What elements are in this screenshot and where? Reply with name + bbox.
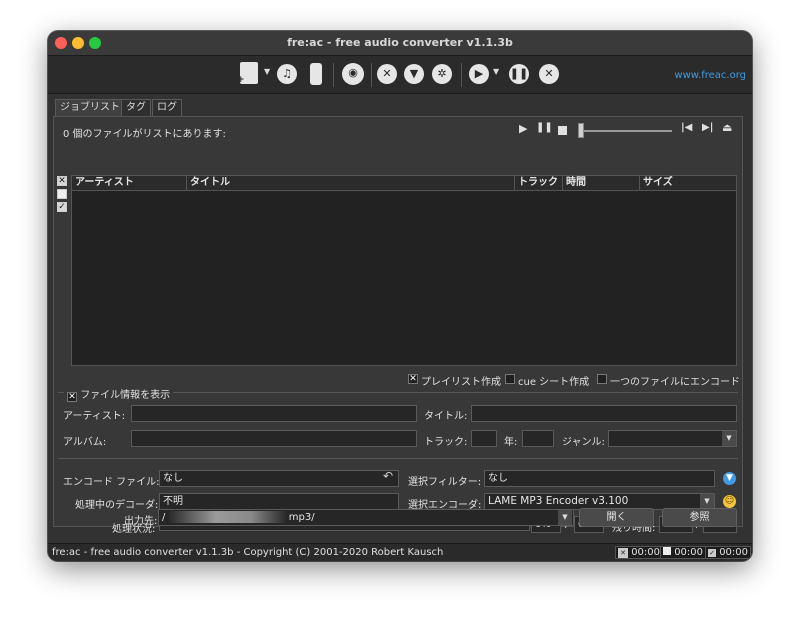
artist-field[interactable] (131, 405, 417, 422)
encoder-config-icon[interactable]: ☺ (723, 495, 736, 508)
single-file-label: 一つのファイルにエンコード (610, 377, 740, 388)
eject-button[interactable]: ⏏ (722, 121, 732, 134)
status-time-unselected: ✓ 00:00 (705, 546, 752, 559)
empty-box-icon (663, 547, 671, 555)
decoder-label: 処理中のデコーダ: (75, 500, 159, 511)
status-time-selected-value: 00:00 (674, 547, 704, 558)
toggle-selection-button[interactable]: ✓ (57, 202, 67, 212)
column-artist[interactable]: アーティスト (72, 176, 187, 190)
stop-button[interactable] (558, 126, 567, 135)
output-dropdown-arrow[interactable]: ▼ (558, 510, 572, 525)
show-info-label: ファイル情報を表示 (80, 390, 171, 401)
browse-button[interactable]: 参照 (662, 508, 737, 527)
tab-tags[interactable]: タグ (121, 99, 151, 116)
reset-arrow-icon[interactable]: ↶ (383, 469, 393, 483)
output-path-redacted (168, 511, 286, 523)
joblist-header: アーティスト タイトル トラック 時間 サイズ (72, 176, 736, 191)
title-bar: fre:ac - free audio converter v1.1.3b (48, 31, 752, 55)
status-text: fre:ac - free audio converter v1.1.3b - … (52, 547, 444, 558)
status-time-selected: 00:00 (660, 546, 707, 559)
seek-slider[interactable] (580, 130, 672, 132)
window-title: fre:ac - free audio converter v1.1.3b (287, 36, 513, 49)
seek-slider-handle[interactable] (578, 123, 584, 138)
add-cd-icon[interactable]: ♫ (277, 64, 297, 84)
status-bar: fre:ac - free audio converter v1.1.3b - … (48, 543, 752, 561)
genre-label: ジャンル: (562, 437, 605, 448)
encode-file-field: なし (159, 470, 399, 487)
toolbar-separator (461, 63, 462, 87)
decoder-field: 不明 (159, 493, 399, 510)
app-window: fre:ac - free audio converter v1.1.3b + … (48, 31, 752, 561)
info-toggle: ✕ ファイル情報を表示 (64, 386, 174, 402)
pause-icon[interactable]: ❚❚ (509, 64, 529, 84)
cue-sheet-checkbox[interactable] (505, 374, 515, 384)
toolbar: + ▼ ♫ ◉ ✕ ▼ ✲ ▶ ▼ ❚❚ ✕ www.freac.org (48, 55, 752, 94)
output-path-field[interactable]: / mp3/ (158, 509, 574, 526)
encoder-dropdown-arrow[interactable]: ▼ (700, 494, 714, 509)
filter-icon[interactable]: ▼ (404, 64, 424, 84)
column-title[interactable]: タイトル (187, 176, 515, 190)
genre-select[interactable] (608, 430, 737, 447)
stop-icon[interactable]: ✕ (539, 64, 559, 84)
encode-group-divider (58, 458, 738, 459)
play-button[interactable]: ▶ (519, 122, 527, 135)
output-path-prefix: / (162, 512, 166, 523)
encode-file-label: エンコード ファイル: (63, 477, 160, 488)
year-field[interactable] (522, 430, 554, 447)
joblist-table[interactable]: アーティスト タイトル トラック 時間 サイズ (71, 175, 737, 366)
add-files-icon[interactable]: + (237, 62, 258, 85)
previous-track-button[interactable]: |◀ (681, 122, 692, 133)
select-all-button[interactable]: ✕ (57, 176, 67, 186)
play-dropdown-arrow[interactable]: ▼ (493, 67, 499, 76)
cue-sheet-label: cue シート作成 (518, 377, 590, 388)
track-field[interactable] (471, 430, 497, 447)
status-time-total-value: 00:00 (631, 547, 661, 558)
next-track-button[interactable]: ▶| (702, 122, 713, 133)
playlist-label: プレイリスト作成 (421, 377, 501, 388)
config-icon[interactable]: ✲ (432, 64, 452, 84)
column-time[interactable]: 時間 (563, 176, 640, 190)
toolbar-separator (371, 63, 372, 87)
open-button[interactable]: 開く (579, 508, 654, 527)
album-label: アルバム: (63, 437, 107, 448)
playlist-checkbox[interactable]: ✕ (408, 374, 418, 384)
track-label: トラック: (424, 437, 468, 448)
show-info-checkbox[interactable]: ✕ (67, 392, 77, 402)
pause-button[interactable]: ❚❚ (536, 122, 553, 133)
status-time-unselected-value: 00:00 (719, 547, 749, 558)
toggle-box-icon: ✓ (708, 549, 716, 557)
play-icon[interactable]: ▶ (469, 64, 489, 84)
cddb-query-icon[interactable]: ◉ (342, 63, 364, 85)
add-files-dropdown-arrow[interactable]: ▼ (264, 67, 270, 76)
joblist-panel: 0 個のファイルがリストにあります: ▶ ❚❚ |◀ ▶| ⏏ ✕ ✓ アーティ… (53, 116, 743, 535)
output-path-suffix: mp3/ (288, 512, 315, 523)
settings-icon[interactable]: ✕ (377, 64, 397, 84)
select-none-button[interactable] (57, 189, 67, 199)
output-label: 出力先: (124, 516, 158, 527)
file-count-text: 0 個のファイルがリストにあります: (63, 129, 226, 140)
filter-config-icon[interactable]: ▼ (723, 472, 736, 485)
add-folder-icon[interactable] (310, 63, 322, 85)
filter-label: 選択フィルター: (408, 477, 482, 488)
genre-dropdown-arrow[interactable]: ▼ (722, 431, 736, 446)
tab-log[interactable]: ログ (152, 99, 182, 116)
toolbar-separator (333, 63, 334, 87)
checked-box-icon: ✕ (618, 548, 628, 558)
single-file-checkbox[interactable] (597, 374, 607, 384)
title-label: タイトル: (424, 411, 468, 422)
tab-joblist[interactable]: ジョブリスト (55, 99, 125, 116)
website-link[interactable]: www.freac.org (674, 70, 746, 81)
artist-label: アーティスト: (63, 411, 126, 422)
year-label: 年: (504, 437, 518, 448)
column-track[interactable]: トラック (515, 176, 563, 190)
column-size[interactable]: サイズ (640, 176, 736, 190)
album-field[interactable] (131, 430, 417, 447)
status-time-total: ✕ 00:00 (615, 546, 664, 559)
filter-field: なし (484, 470, 715, 487)
title-field[interactable] (471, 405, 737, 422)
